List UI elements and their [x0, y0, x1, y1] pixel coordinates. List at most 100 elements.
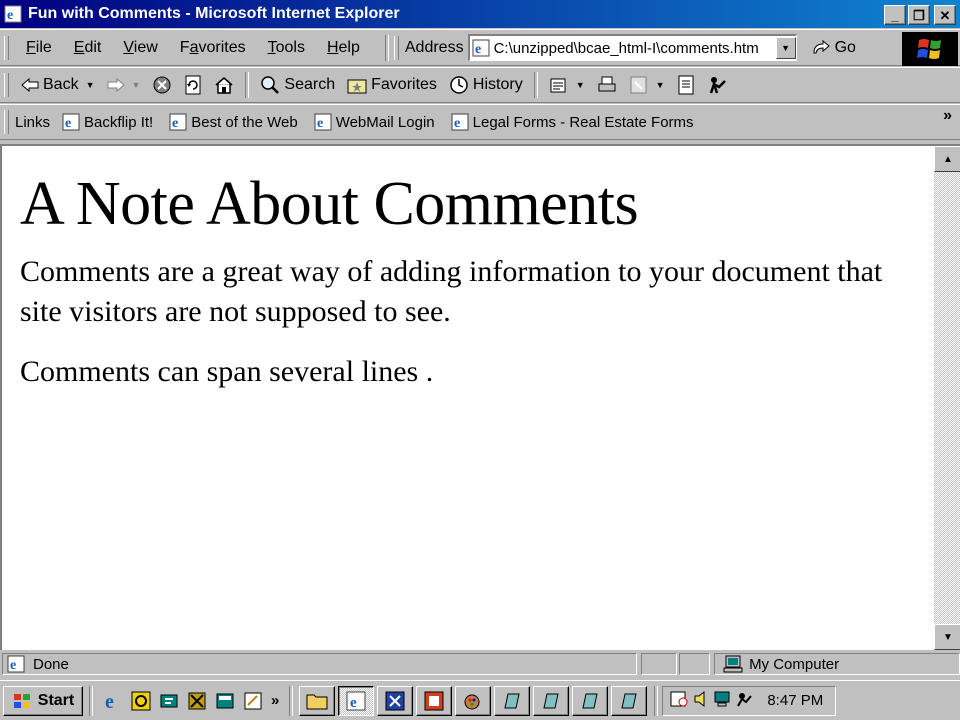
page-heading: A Note About Comments	[20, 170, 639, 238]
taskbar-notepad-button[interactable]	[611, 685, 648, 716]
app-icon	[385, 691, 405, 710]
links-bar: Links e Backflip It! e Best of the Web e…	[0, 104, 960, 140]
close-button[interactable]: ✕	[934, 5, 956, 25]
folder-icon	[306, 694, 328, 709]
discuss-button[interactable]	[671, 75, 701, 95]
scroll-up-button[interactable]: ▲	[934, 146, 960, 172]
system-tray: 8:47 PM	[662, 685, 837, 716]
taskbar-folder-button[interactable]	[299, 685, 336, 716]
ie-icon[interactable]: e	[4, 5, 22, 23]
menu-address-bar: File Edit View Favorites Tools Help Addr…	[0, 29, 960, 66]
menu-accelerator: a	[189, 38, 199, 56]
status-text: Done	[33, 655, 69, 673]
ie-icon: e	[346, 691, 366, 711]
notepad-icon	[504, 693, 520, 708]
separator	[245, 72, 250, 98]
menu-favorites[interactable]: Favorites	[169, 39, 257, 57]
desktop-quicklaunch-icon[interactable]	[155, 687, 183, 715]
links-label[interactable]: Links	[15, 114, 50, 131]
page-content: A Note About Comments Comments are a gre…	[0, 144, 960, 650]
taskbar-notepad-button[interactable]	[494, 685, 531, 716]
refresh-button[interactable]	[178, 75, 208, 95]
menu-accelerator: E	[73, 38, 85, 56]
taskbar-notepad-button[interactable]	[572, 685, 609, 716]
history-button[interactable]: History	[443, 75, 529, 95]
svg-text:e: e	[10, 658, 16, 673]
notepad-quicklaunch-icon[interactable]	[239, 687, 267, 715]
back-button[interactable]: Back ▼	[15, 76, 101, 94]
messenger-tray-icon[interactable]	[735, 690, 753, 712]
ie-page-icon: e	[7, 655, 25, 673]
network-quicklaunch-icon[interactable]	[183, 687, 211, 715]
zone-text: My Computer	[749, 655, 840, 673]
scheduler-icon[interactable]	[669, 690, 689, 712]
forward-dropdown[interactable]: ▼	[132, 80, 141, 90]
taskbar-notepad-button[interactable]	[533, 685, 570, 716]
paragraph: Comments are a great way of adding infor…	[20, 255, 883, 329]
address-dropdown[interactable]: ▼	[775, 37, 796, 59]
quicklaunch-overflow-chevron-icon[interactable]: »	[271, 692, 279, 709]
outlook-quicklaunch-icon[interactable]	[127, 687, 155, 715]
menu-tools[interactable]: Tools	[257, 39, 316, 57]
menu-accelerator: H	[326, 38, 339, 56]
link-best-of-the-web[interactable]: e Best of the Web	[161, 113, 305, 131]
svg-text:e: e	[105, 691, 114, 712]
vertical-scrollbar[interactable]: ▲ ▼	[934, 146, 960, 650]
back-arrow-icon	[21, 78, 39, 92]
print-button[interactable]	[591, 76, 623, 94]
mail-icon	[550, 78, 566, 93]
edit-icon	[630, 76, 647, 94]
link-webmail-login[interactable]: e WebMail Login	[306, 113, 443, 131]
start-button[interactable]: Start	[3, 685, 83, 716]
discuss-icon	[678, 75, 694, 95]
messenger-button[interactable]	[701, 75, 735, 95]
display-icon[interactable]	[713, 690, 731, 712]
status-text-pane: e Done	[2, 653, 638, 675]
taskbar-ie-button[interactable]: e	[338, 685, 375, 716]
calculator-quicklaunch-icon[interactable]	[211, 687, 239, 715]
back-dropdown[interactable]: ▼	[86, 80, 95, 90]
toolbar-grip[interactable]	[4, 110, 9, 134]
edit-dropdown[interactable]: ▼	[656, 80, 665, 90]
toolbar-grip[interactable]	[393, 35, 399, 60]
menu-help[interactable]: Help	[316, 39, 371, 57]
search-button[interactable]: Search	[254, 75, 341, 95]
svg-text:e: e	[172, 116, 178, 131]
taskbar-paint-button[interactable]	[455, 685, 492, 716]
ie-page-icon: e	[472, 39, 490, 57]
maximize-button[interactable]: ❐	[908, 5, 930, 25]
menu-file[interactable]: File	[15, 39, 63, 57]
minimize-button[interactable]: _	[884, 5, 906, 25]
home-button[interactable]	[208, 76, 240, 94]
mail-button[interactable]: ▼	[543, 76, 591, 94]
taskbar-powerpoint-button[interactable]	[416, 685, 453, 716]
taskbar-app-button[interactable]	[377, 685, 414, 716]
refresh-icon	[185, 75, 201, 95]
svg-text:e: e	[7, 8, 13, 23]
print-icon	[598, 76, 616, 92]
title-bar[interactable]: e Fun with Comments - Microsoft Internet…	[0, 0, 960, 28]
address-value[interactable]: C:\unzipped\bcae_html-I\comments.htm	[494, 40, 759, 57]
link-legal-forms[interactable]: e Legal Forms - Real Estate Forms	[443, 113, 702, 131]
forward-button[interactable]: ▼	[101, 78, 147, 92]
menu-view[interactable]: View	[112, 39, 168, 57]
menu-edit[interactable]: Edit	[63, 39, 113, 57]
toolbar-grip[interactable]	[4, 35, 9, 60]
separator	[533, 72, 538, 98]
links-overflow-chevron-icon[interactable]: »	[943, 107, 952, 125]
link-backflip[interactable]: e Backflip It!	[54, 113, 161, 131]
ie-quicklaunch-icon[interactable]: e	[99, 687, 127, 715]
svg-text:e: e	[317, 116, 323, 131]
address-input[interactable]: e C:\unzipped\bcae_html-I\comments.htm ▼	[467, 34, 797, 61]
mail-dropdown[interactable]: ▼	[576, 80, 585, 90]
clock[interactable]: 8:47 PM	[767, 692, 823, 709]
toolbar-grip[interactable]	[4, 73, 9, 97]
edit-button[interactable]: ▼	[623, 76, 671, 94]
document-body: A Note About Comments Comments are a gre…	[20, 170, 920, 412]
scroll-down-button[interactable]: ▼	[934, 624, 960, 650]
stop-button[interactable]	[146, 75, 178, 95]
favorites-button[interactable]: Favorites	[341, 76, 443, 94]
go-button[interactable]: Go	[805, 39, 862, 57]
powerpoint-icon	[424, 691, 444, 710]
speaker-icon[interactable]	[693, 690, 709, 712]
